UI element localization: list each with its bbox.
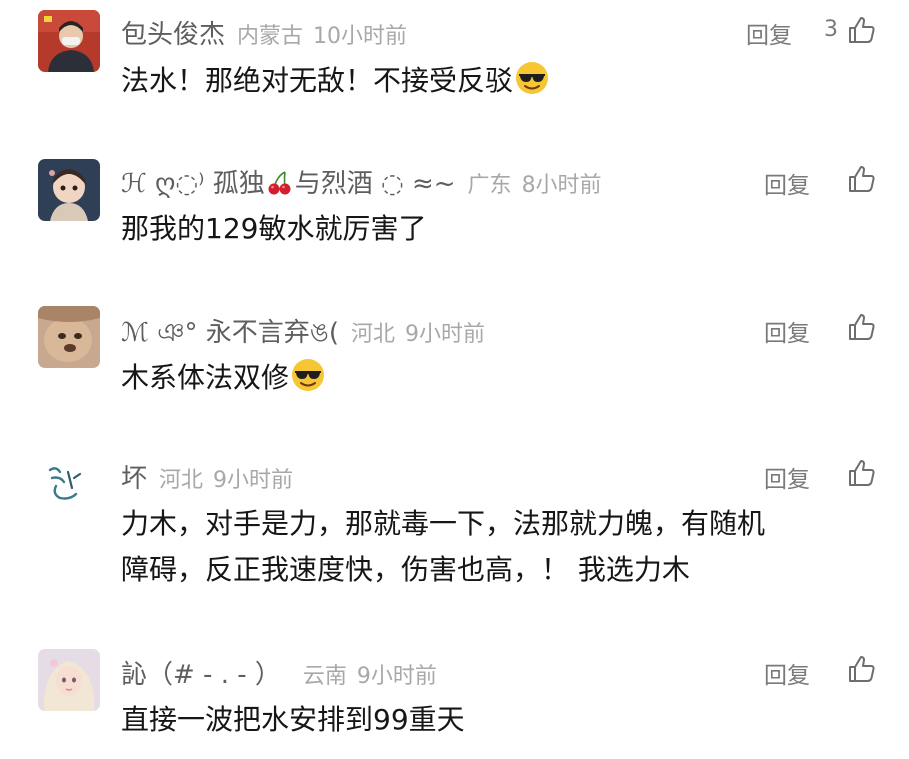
username-suffix: 与烈酒 ◌ ≈~ <box>294 169 456 199</box>
like-icon[interactable] <box>846 654 876 684</box>
comment-line: 木系体法双修 <box>121 361 290 394</box>
location: 内蒙古 <box>237 24 304 49</box>
timestamp: 10小时前 <box>313 24 408 49</box>
avatar[interactable] <box>38 452 100 514</box>
location: 河北 <box>351 322 396 347</box>
comment-meta: 包头俊杰 内蒙古 10小时前 <box>121 14 407 51</box>
location: 云南 <box>302 664 347 689</box>
like-icon[interactable] <box>846 15 876 45</box>
username[interactable]: 坏 <box>121 458 147 495</box>
username-prefix: ℋ ღ◌⁾ 孤独 <box>121 169 265 199</box>
reply-button[interactable]: 回复 <box>764 166 810 200</box>
timestamp: 9小时前 <box>356 664 437 689</box>
cool-sunglasses-emoji <box>292 359 325 391</box>
username[interactable]: ℋ ღ◌⁾ 孤独 与烈酒 ◌ ≈~ <box>121 163 456 200</box>
username[interactable]: ℳ ঞ° 永不言弃ঙ( <box>121 312 339 356</box>
like-icon[interactable] <box>846 164 876 194</box>
comment-meta: ℳ ঞ° 永不言弃ঙ( 河北 9小时前 <box>121 312 485 356</box>
timestamp: 8小时前 <box>521 173 602 198</box>
like-icon[interactable] <box>846 458 876 488</box>
comment-meta: ℋ ღ◌⁾ 孤独 与烈酒 ◌ ≈~ 广东 8小时前 <box>121 163 602 200</box>
timestamp: 9小时前 <box>213 468 294 493</box>
username[interactable]: 訫（# - . - ） <box>121 654 281 691</box>
username[interactable]: 包头俊杰 <box>121 14 225 51</box>
timestamp: 9小时前 <box>405 322 486 347</box>
location: 广东 <box>467 173 512 198</box>
comment-line: 直接一波把水安排到99重天 <box>121 703 465 736</box>
avatar[interactable] <box>38 159 100 221</box>
comment-text: 法水！那绝对无敌！不接受反驳 <box>121 58 549 104</box>
comment-line: 障碍，反正我速度快，伤害也高，！ 我选力木 <box>121 553 690 586</box>
reply-button[interactable]: 回复 <box>764 314 810 348</box>
comment-line: 力木，对手是力，那就毒一下，法那就力魄，有随机 <box>121 507 766 540</box>
comment-text: 直接一波把水安排到99重天 <box>121 697 465 743</box>
location: 河北 <box>159 468 204 493</box>
like-count: 3 <box>824 17 838 42</box>
comment-text: 那我的129敏水就厉害了 <box>121 206 426 252</box>
reply-button[interactable]: 回复 <box>764 656 810 690</box>
comment-text: 力木，对手是力，那就毒一下，法那就力魄，有随机 障碍，反正我速度快，伤害也高，！… <box>121 501 765 593</box>
comment-meta: 坏 河北 9小时前 <box>121 458 293 495</box>
avatar[interactable] <box>38 649 100 711</box>
comment-meta: 訫（# - . - ） 云南 9小时前 <box>121 654 437 691</box>
avatar[interactable] <box>38 306 100 368</box>
reply-button[interactable]: 回复 <box>746 16 792 50</box>
reply-button[interactable]: 回复 <box>764 460 810 494</box>
comment-text: 木系体法双修 <box>121 355 325 401</box>
like-icon[interactable] <box>846 312 876 342</box>
cherry-emoji <box>268 171 291 195</box>
comment-line: 那我的129敏水就厉害了 <box>121 212 427 245</box>
comment-line: 法水！那绝对无敌！不接受反驳 <box>121 64 514 97</box>
cool-sunglasses-emoji <box>516 62 549 94</box>
avatar[interactable] <box>38 10 100 72</box>
